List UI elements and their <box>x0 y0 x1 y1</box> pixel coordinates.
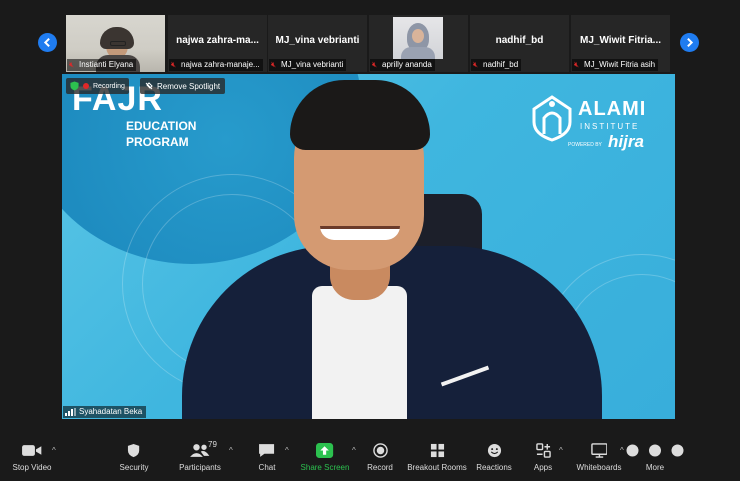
remove-spotlight-button[interactable]: Remove Spotlight <box>140 78 226 94</box>
breakout-rooms-button[interactable]: Breakout Rooms <box>407 442 467 472</box>
participant-label: 🔇︎ MJ_vina vebrianti <box>269 59 347 71</box>
meeting-toolbar: Stop Video ^ Security 79 Participants ^ … <box>0 436 740 481</box>
record-icon <box>372 442 388 458</box>
signal-bars-icon <box>65 408 76 416</box>
gallery-prev-button[interactable] <box>38 33 57 52</box>
record-dot-icon <box>83 83 89 89</box>
gallery-tile[interactable]: MJ_Wiwit Fitria... 🔇︎ MJ_Wiwit Fitria as… <box>571 15 670 72</box>
mic-off-icon: 🔇︎ <box>69 60 75 69</box>
gallery-tile[interactable]: nadhif_bd 🔇︎ nadhif_bd <box>470 15 569 72</box>
chat-bubble-icon <box>259 443 275 457</box>
shield-check-icon <box>70 81 79 91</box>
alami-emblem-icon <box>532 95 572 142</box>
more-button[interactable]: More <box>625 442 685 472</box>
apps-icon <box>535 442 551 458</box>
mic-off-icon: 🔇︎ <box>473 60 479 69</box>
alami-logo: ALAMI INSTITUTE POWERED BY hijra <box>530 94 660 154</box>
gallery-tile[interactable]: 🔇︎ Instianti Elyana <box>66 15 165 72</box>
gallery-next-button[interactable] <box>680 33 699 52</box>
recording-indicator: Recording <box>66 78 129 94</box>
chevron-left-icon <box>43 37 50 48</box>
participant-name: najwa zahra-ma... <box>176 35 259 46</box>
participants-options-caret[interactable]: ^ <box>229 446 233 455</box>
mic-off-icon: 🔇︎ <box>372 60 378 69</box>
chat-options-caret[interactable]: ^ <box>285 446 289 455</box>
shield-icon <box>128 443 140 457</box>
pin-icon <box>145 82 153 90</box>
spotlight-video[interactable]: FAJR EDUCATION PROGRAM ALAMI INSTITUTE P… <box>62 74 675 419</box>
participant-label: 🔇︎ najwa zahra-manaje... <box>169 59 263 71</box>
participants-button[interactable]: 79 Participants <box>170 440 230 472</box>
security-button[interactable]: Security <box>104 442 164 472</box>
gallery-strip: 🔇︎ Instianti Elyana najwa zahra-ma... 🔇︎… <box>0 0 740 72</box>
participant-name: nadhif_bd <box>495 35 544 46</box>
participant-name: MJ_vina vebrianti <box>275 35 360 46</box>
smiley-icon <box>487 443 501 457</box>
mic-off-icon: 🔇︎ <box>271 60 277 69</box>
record-button[interactable]: Record <box>350 442 410 472</box>
slide-subtitle: EDUCATION PROGRAM <box>126 119 197 149</box>
participant-label: 🔇︎ aprilly ananda <box>370 59 435 71</box>
video-camera-icon <box>22 444 42 456</box>
mic-off-icon: 🔇︎ <box>574 60 580 69</box>
participant-label: 🔇︎ MJ_Wiwit Fitria asih <box>572 59 659 71</box>
share-screen-icon <box>316 442 334 458</box>
more-dots-icon <box>626 444 684 456</box>
gallery-tile[interactable]: najwa zahra-ma... 🔇︎ najwa zahra-manaje.… <box>168 15 267 72</box>
whiteboard-icon <box>590 442 608 458</box>
gallery-tile[interactable]: MJ_vina vebrianti 🔇︎ MJ_vina vebrianti <box>268 15 367 72</box>
breakout-rooms-icon <box>430 443 444 457</box>
chevron-right-icon <box>687 37 694 48</box>
apps-button[interactable]: Apps <box>513 442 573 472</box>
participant-label: 🔇︎ Instianti Elyana <box>67 59 137 71</box>
apps-options-caret[interactable]: ^ <box>559 446 563 455</box>
participant-name: MJ_Wiwit Fitria... <box>579 35 662 46</box>
participants-count: 79 <box>208 440 217 449</box>
whiteboards-options-caret[interactable]: ^ <box>620 446 624 455</box>
gallery-tile[interactable]: 🔇︎ aprilly ananda <box>369 15 468 72</box>
video-options-caret[interactable]: ^ <box>52 446 56 455</box>
share-screen-button[interactable]: Share Screen <box>295 442 355 472</box>
participant-label: 🔇︎ nadhif_bd <box>471 59 522 71</box>
speaker-name-label: Syahadatan Beka <box>63 406 147 418</box>
mic-off-icon: 🔇︎ <box>171 60 177 69</box>
